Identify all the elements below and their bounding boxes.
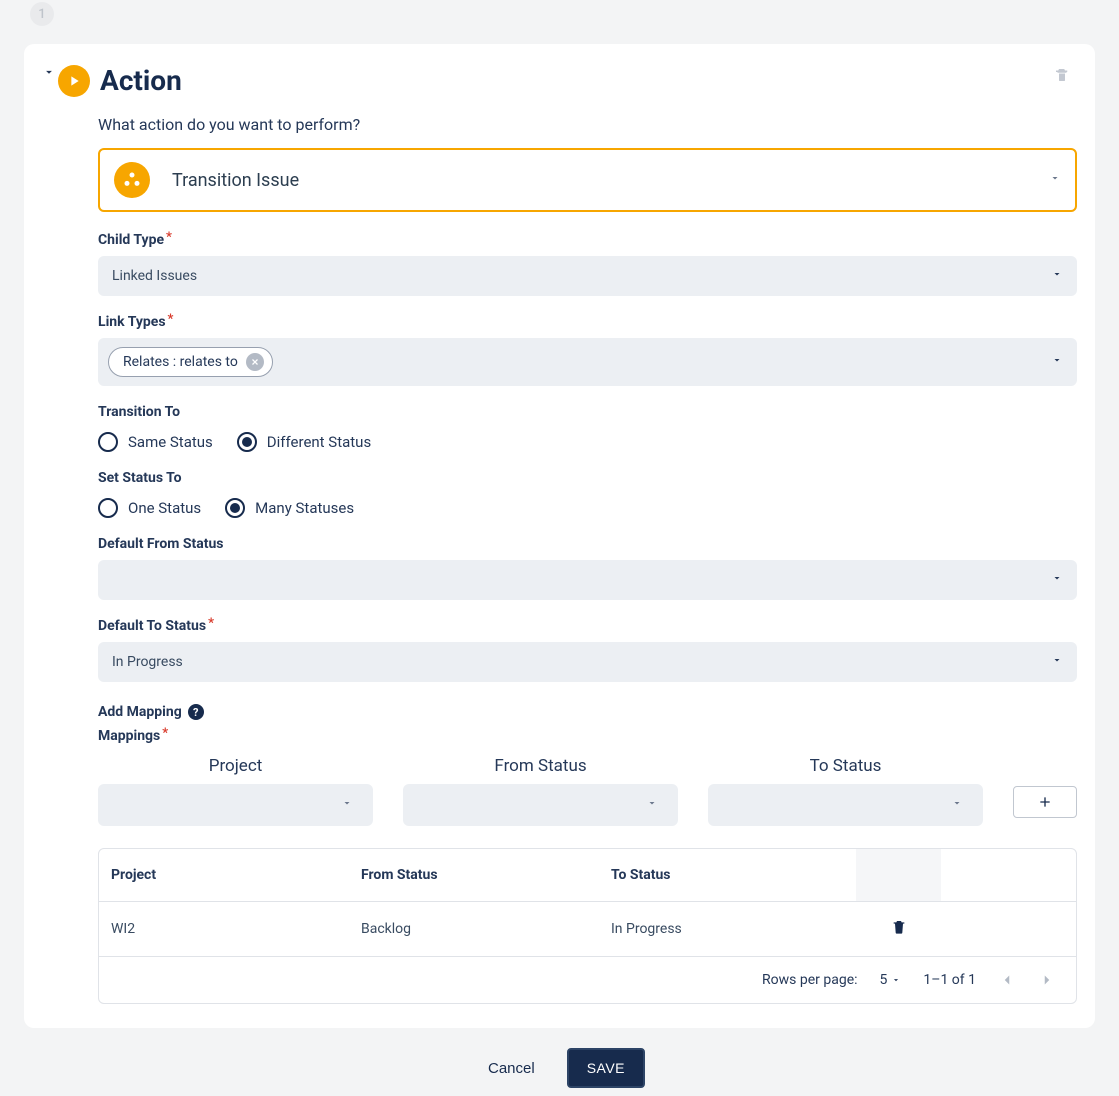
mapping-from-select[interactable]: [403, 784, 678, 826]
th-from: From Status: [361, 849, 611, 901]
default-to-select[interactable]: In Progress: [98, 642, 1077, 682]
add-mapping-label: Add Mapping ?: [98, 704, 1077, 720]
mapping-input-row: Project From Status To Status: [98, 756, 1077, 826]
mapping-from-col: From Status: [403, 756, 678, 826]
mapping-project-header: Project: [98, 756, 373, 776]
default-from-label: Default From Status: [98, 536, 1077, 552]
prompt-text: What action do you want to perform?: [98, 115, 1077, 134]
dropdown-caret-icon: [646, 797, 658, 813]
help-icon[interactable]: ?: [188, 704, 204, 720]
radio-same-status[interactable]: Same Status: [98, 432, 213, 452]
mapping-project-col: Project: [98, 756, 373, 826]
dropdown-caret-icon: [341, 797, 353, 813]
radio-icon: [98, 498, 118, 518]
child-type-select[interactable]: Linked Issues: [98, 256, 1077, 296]
save-button[interactable]: SAVE: [567, 1048, 645, 1088]
dropdown-caret-icon: [1051, 268, 1063, 284]
radio-label: Many Statuses: [255, 499, 354, 517]
set-status-to-label: Set Status To: [98, 470, 1077, 486]
default-to-value: In Progress: [112, 654, 183, 670]
default-to-label: Default To Status*: [98, 618, 1077, 634]
dropdown-caret-icon: [1049, 172, 1061, 188]
radio-label: Different Status: [267, 433, 371, 451]
panel-header: Action: [42, 64, 1077, 97]
table-row: WI2 Backlog In Progress: [99, 902, 1076, 956]
add-mapping-button[interactable]: [1013, 786, 1077, 818]
prev-page-button[interactable]: [998, 971, 1016, 989]
td-project: WI2: [111, 902, 361, 956]
dropdown-caret-icon: [951, 797, 963, 813]
radio-icon: [237, 432, 257, 452]
mapping-to-header: To Status: [708, 756, 983, 776]
set-status-to-group: One Status Many Statuses: [98, 498, 1077, 518]
child-type-value: Linked Issues: [112, 268, 197, 284]
dropdown-caret-icon: [1051, 354, 1063, 370]
td-from: Backlog: [361, 902, 611, 956]
mapping-to-select[interactable]: [708, 784, 983, 826]
pagination-range: 1–1 of 1: [923, 972, 976, 988]
th-actions: [856, 849, 941, 901]
table-header: Project From Status To Status: [99, 849, 1076, 902]
td-actions: [856, 902, 941, 956]
mapping-from-header: From Status: [403, 756, 678, 776]
required-mark: *: [162, 726, 168, 741]
th-to: To Status: [611, 849, 856, 901]
mappings-label: Mappings*: [98, 728, 1077, 744]
footer-buttons: Cancel SAVE: [0, 1028, 1119, 1096]
delete-action-button[interactable]: [1053, 66, 1071, 88]
rows-per-page-select[interactable]: 5: [880, 972, 902, 988]
action-type-value: Transition Issue: [172, 170, 299, 191]
link-types-label: Link Types*: [98, 314, 1077, 330]
transition-icon: [114, 162, 150, 198]
play-icon: [58, 65, 90, 97]
radio-one-status[interactable]: One Status: [98, 498, 201, 518]
default-from-select[interactable]: [98, 560, 1077, 600]
td-to: In Progress: [611, 902, 856, 956]
mapping-project-select[interactable]: [98, 784, 373, 826]
child-type-label: Child Type*: [98, 232, 1077, 248]
panel-content: What action do you want to perform? Tran…: [42, 115, 1077, 1004]
required-mark: *: [208, 616, 214, 631]
chevron-down-icon[interactable]: [42, 65, 56, 79]
transition-to-label: Transition To: [98, 404, 1077, 420]
dropdown-caret-icon: [1051, 572, 1063, 588]
radio-label: One Status: [128, 499, 201, 517]
section-title: Action: [100, 64, 182, 97]
chip-remove-icon[interactable]: [246, 353, 264, 371]
radio-different-status[interactable]: Different Status: [237, 432, 371, 452]
mapping-to-col: To Status: [708, 756, 983, 826]
delete-row-button[interactable]: [891, 918, 907, 940]
step-badge: 1: [30, 2, 54, 26]
link-type-chip: Relates : relates to: [108, 347, 273, 377]
chip-label: Relates : relates to: [123, 354, 238, 370]
action-type-select[interactable]: Transition Issue: [98, 148, 1077, 212]
mappings-table: Project From Status To Status WI2 Backlo…: [98, 848, 1077, 1004]
transition-to-group: Same Status Different Status: [98, 432, 1077, 452]
next-page-button[interactable]: [1038, 971, 1056, 989]
required-mark: *: [166, 230, 172, 245]
radio-many-statuses[interactable]: Many Statuses: [225, 498, 354, 518]
action-panel: Action What action do you want to perfor…: [24, 44, 1095, 1028]
radio-icon: [225, 498, 245, 518]
th-project: Project: [111, 849, 361, 901]
radio-icon: [98, 432, 118, 452]
dropdown-caret-icon: [1051, 654, 1063, 670]
table-footer: Rows per page: 5 1–1 of 1: [99, 956, 1076, 1003]
required-mark: *: [168, 312, 174, 327]
rows-per-page-label: Rows per page:: [762, 972, 857, 988]
cancel-button[interactable]: Cancel: [474, 1050, 549, 1087]
radio-label: Same Status: [128, 433, 213, 451]
link-types-select[interactable]: Relates : relates to: [98, 338, 1077, 386]
